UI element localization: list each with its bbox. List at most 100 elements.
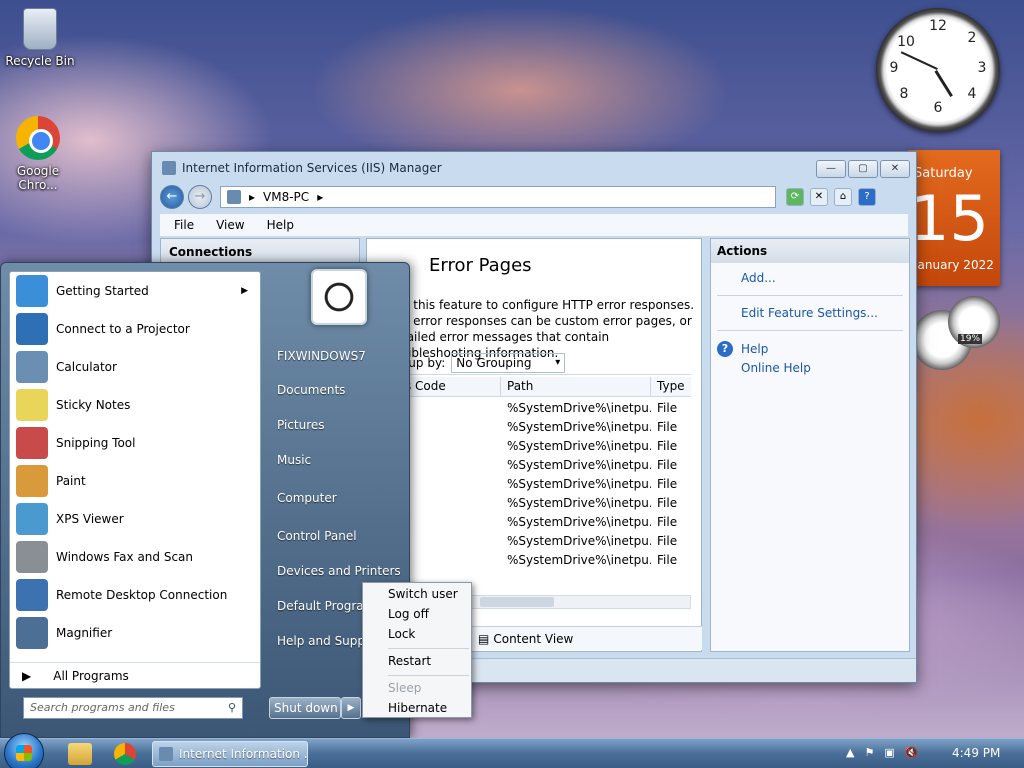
network-icon[interactable]: ▣ <box>884 746 894 759</box>
refresh-icon[interactable]: ⟳ <box>786 188 804 206</box>
menu-item-hibernate[interactable]: Hibernate <box>363 699 471 719</box>
help-icon[interactable]: ? <box>858 188 876 206</box>
menu-item-lock[interactable]: Lock <box>363 625 471 645</box>
program-item[interactable]: Sticky Notes <box>10 386 260 424</box>
address-bar[interactable]: ▸ VM8-PC ▸ <box>220 186 776 208</box>
minimize-button[interactable]: — <box>816 160 846 178</box>
all-programs[interactable]: ▶ All Programs <box>10 662 260 688</box>
home-icon[interactable]: ⌂ <box>834 188 852 206</box>
error-pages-table: %SystemDrive%\inetpu... File %SystemDrive… <box>367 399 691 570</box>
clock-time[interactable]: 4:49 PM <box>952 746 1000 760</box>
start-item-control-panel[interactable]: Control Panel <box>277 529 357 543</box>
user-name[interactable]: FIXWINDOWS7 <box>277 349 366 363</box>
user-avatar[interactable] <box>311 269 367 325</box>
table-row[interactable]: %SystemDrive%\inetpu... File <box>367 456 691 475</box>
desktop-icon-recycle-bin[interactable]: Recycle Bin <box>0 8 80 68</box>
column-type[interactable]: Type <box>651 377 691 396</box>
table-row[interactable]: %SystemDrive%\inetpu... File <box>367 551 691 570</box>
start-item-computer[interactable]: Computer <box>277 491 337 505</box>
volume-muted-icon[interactable]: 🔇 <box>905 746 919 759</box>
taskbar: Internet Information ... ▲ ⚑ ▣ 🔇 4:49 PM <box>0 733 1024 768</box>
scrollbar-thumb[interactable] <box>480 597 554 607</box>
program-label: Calculator <box>56 360 117 374</box>
start-item-pictures[interactable]: Pictures <box>277 418 325 432</box>
calendar-month: January 2022 <box>914 258 994 272</box>
group-by-dropdown[interactable]: No Grouping <box>451 352 566 373</box>
clock-minute-hand <box>900 51 938 70</box>
cpu-meter-gadget[interactable]: 19% <box>912 296 1004 396</box>
chrome-taskbar-icon[interactable] <box>114 743 136 765</box>
program-item[interactable]: Calculator <box>10 348 260 386</box>
action-online-help[interactable]: Online Help <box>711 361 909 379</box>
calendar-gadget[interactable]: Saturday 15 January 2022 <box>908 150 1000 286</box>
program-item[interactable]: Getting Started ▶ <box>10 272 260 310</box>
search-icon[interactable]: ⚲ <box>228 698 236 718</box>
forward-button[interactable]: → <box>188 185 212 209</box>
server-icon <box>227 190 241 204</box>
actions-divider <box>717 295 903 296</box>
program-label: Snipping Tool <box>56 436 136 450</box>
menu-item-log-off[interactable]: Log off <box>363 605 471 625</box>
calendar-date: 15 <box>910 182 989 255</box>
programs-list: Getting Started ▶ Connect to a Projector Ca… <box>9 271 261 689</box>
taskbar-item-iis[interactable]: Internet Information ... <box>152 741 308 767</box>
content-view-tab[interactable]: Content View <box>493 632 573 646</box>
desktop-icon-label: Recycle Bin <box>5 54 75 68</box>
program-item[interactable]: Remote Desktop Connection <box>10 576 260 614</box>
maximize-button[interactable]: ▢ <box>848 160 878 178</box>
action-add[interactable]: Add... <box>711 267 909 289</box>
menu-item-switch-user[interactable]: Switch user <box>363 585 471 605</box>
program-item[interactable]: Snipping Tool <box>10 424 260 462</box>
action-center-flag-icon[interactable]: ⚑ <box>864 746 874 759</box>
table-row[interactable]: %SystemDrive%\inetpu... File <box>367 437 691 456</box>
shutdown-options-button[interactable]: ▶ <box>341 697 361 719</box>
explorer-icon[interactable] <box>68 743 92 765</box>
iis-app-icon <box>162 161 176 175</box>
action-edit-feature-settings[interactable]: Edit Feature Settings... <box>711 302 909 324</box>
start-item-documents[interactable]: Documents <box>277 383 345 397</box>
menu-view[interactable]: View <box>216 218 244 232</box>
page-title: Error Pages <box>429 255 532 276</box>
program-item[interactable]: XPS Viewer <box>10 500 260 538</box>
recycle-bin-icon <box>23 8 57 50</box>
table-row[interactable]: %SystemDrive%\inetpu... File <box>367 418 691 437</box>
start-item-devices-printers[interactable]: Devices and Printers <box>277 564 401 578</box>
connections-title: Connections <box>169 245 253 259</box>
breadcrumb-item[interactable]: VM8-PC <box>263 190 309 204</box>
table-row[interactable]: %SystemDrive%\inetpu... File <box>367 475 691 494</box>
desktop-icon-google-chrome[interactable]: Google Chro... <box>0 116 78 192</box>
menu-item-restart[interactable]: Restart <box>363 652 471 672</box>
stop-icon[interactable]: ✕ <box>810 188 828 206</box>
window-titlebar[interactable]: Internet Information Services (IIS) Mana… <box>152 152 916 184</box>
program-item[interactable]: Connect to a Projector <box>10 310 260 348</box>
program-label: Getting Started <box>56 284 149 298</box>
submenu-arrow-icon: ▶ <box>241 286 248 296</box>
start-button[interactable] <box>4 733 44 768</box>
content-view-icon: ▤ <box>478 631 490 646</box>
program-label: XPS Viewer <box>56 512 124 526</box>
table-row[interactable]: %SystemDrive%\inetpu... File <box>367 513 691 532</box>
program-item[interactable]: Paint <box>10 462 260 500</box>
window-controls: — ▢ ✕ <box>816 160 910 178</box>
search-input[interactable]: Search programs and files ⚲ <box>23 697 243 719</box>
program-item[interactable]: Windows Fax and Scan <box>10 538 260 576</box>
getting-started-icon <box>16 275 48 307</box>
back-button[interactable]: ← <box>160 185 184 209</box>
shutdown-button[interactable]: Shut down <box>269 697 341 719</box>
clock-gadget[interactable]: 12 3 6 9 2 4 8 10 <box>876 8 1000 132</box>
table-row[interactable]: %SystemDrive%\inetpu... File <box>367 532 691 551</box>
show-hidden-icons[interactable]: ▲ <box>846 746 854 759</box>
menu-file[interactable]: File <box>174 218 194 232</box>
menu-help[interactable]: Help <box>267 218 294 232</box>
clock-hour-hand <box>934 70 953 98</box>
close-button[interactable]: ✕ <box>880 160 910 178</box>
start-item-music[interactable]: Music <box>277 453 311 467</box>
nav-tools: ⟳ ✕ ⌂ ? <box>786 188 876 206</box>
table-row[interactable]: %SystemDrive%\inetpu... File <box>367 399 691 418</box>
column-path[interactable]: Path <box>501 377 651 396</box>
menu-bar: File View Help <box>160 214 908 236</box>
action-help[interactable]: ? Help <box>711 337 909 361</box>
table-row[interactable]: %SystemDrive%\inetpu... File <box>367 494 691 513</box>
program-item[interactable]: Magnifier <box>10 614 260 652</box>
chrome-icon <box>16 116 60 160</box>
